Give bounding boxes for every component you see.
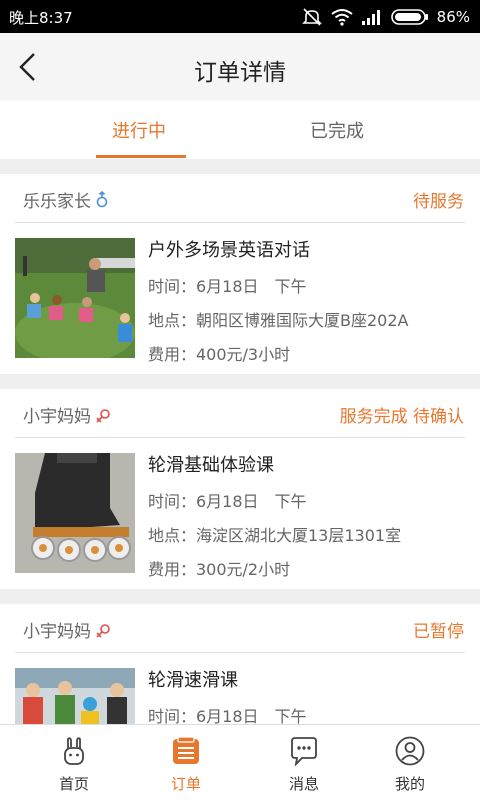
nav-orders-label: 订单 xyxy=(170,775,201,793)
divider xyxy=(15,437,465,438)
orders-icon xyxy=(173,736,199,764)
tab-completed[interactable]: 已完成 xyxy=(310,117,364,143)
course-thumbnail xyxy=(15,453,135,573)
order-time: 时间：6月18日 下午 xyxy=(148,492,307,511)
order-card[interactable]: 小宇妈妈 已暂停 轮滑速滑课 时间：6月18日 下午 xyxy=(0,604,480,724)
order-tabs: 进行中 已完成 xyxy=(0,101,480,159)
course-title: 户外多场景英语对话 xyxy=(148,240,310,261)
course-thumbnail xyxy=(15,238,135,358)
divider xyxy=(15,222,465,223)
active-tab-indicator xyxy=(96,155,186,158)
order-card-header: 小宇妈妈 服务完成 待确认 xyxy=(0,389,480,437)
order-card[interactable]: 乐乐家长 待服务 户外多场景英语对话 时间：6月18日 下午 地点：朝阳区博雅国… xyxy=(0,174,480,374)
course-title: 轮滑速滑课 xyxy=(148,670,238,691)
page-title: 订单详情 xyxy=(194,60,286,86)
order-time: 时间：6月18日 下午 xyxy=(148,277,307,296)
battery-icon xyxy=(390,9,428,25)
order-card-header: 乐乐家长 待服务 xyxy=(0,174,480,222)
navigation-bar: 订单详情 xyxy=(0,33,480,101)
course-title: 轮滑基础体验课 xyxy=(148,455,274,476)
female-icon xyxy=(96,624,110,638)
order-location: 地点：海淀区湖北大厦13层1301室 xyxy=(148,526,402,545)
nav-messages[interactable]: 消息 xyxy=(244,725,364,800)
order-card-header: 小宇妈妈 已暂停 xyxy=(0,604,480,652)
order-location: 地点：朝阳区博雅国际大厦B座202A xyxy=(148,311,409,330)
nav-orders[interactable]: 订单 xyxy=(126,725,246,800)
tab-in-progress[interactable]: 进行中 xyxy=(112,117,166,143)
parent-name: 小宇妈妈 xyxy=(23,617,111,642)
signal-icon xyxy=(361,10,380,25)
parent-name: 乐乐家长 xyxy=(23,187,109,212)
message-bubble-icon xyxy=(291,737,317,767)
rabbit-home-icon xyxy=(64,737,84,765)
parent-name: 小宇妈妈 xyxy=(23,402,111,427)
order-card[interactable]: 小宇妈妈 服务完成 待确认 轮滑基础体验课 时间：6月18日 下午 地点：海淀区… xyxy=(0,389,480,589)
female-icon xyxy=(96,409,110,423)
nav-messages-label: 消息 xyxy=(288,775,319,793)
bottom-navigation: 首页 订单 消息 我的 xyxy=(0,724,480,800)
status-icons: 86% xyxy=(301,4,470,30)
divider xyxy=(15,652,465,653)
profile-icon xyxy=(395,736,425,766)
course-thumbnail xyxy=(15,668,135,724)
order-status: 已暂停 xyxy=(413,622,464,642)
status-time: 晚上8:37 xyxy=(9,9,73,27)
nav-profile-label: 我的 xyxy=(394,775,425,793)
male-icon xyxy=(96,191,108,208)
nav-home-label: 首页 xyxy=(58,775,89,793)
mute-icon xyxy=(301,8,322,26)
nav-home[interactable]: 首页 xyxy=(14,725,134,800)
order-fee: 费用：300元/2小时 xyxy=(148,560,291,579)
nav-profile[interactable]: 我的 xyxy=(350,725,470,800)
battery-percentage: 86% xyxy=(436,8,470,26)
order-fee: 费用：400元/3小时 xyxy=(148,345,291,364)
wifi-icon xyxy=(331,9,353,26)
order-status: 待服务 xyxy=(413,192,464,212)
status-bar: 晚上8:37 86% xyxy=(0,0,480,33)
order-status: 服务完成 待确认 xyxy=(339,407,464,427)
order-time: 时间：6月18日 下午 xyxy=(148,707,307,724)
